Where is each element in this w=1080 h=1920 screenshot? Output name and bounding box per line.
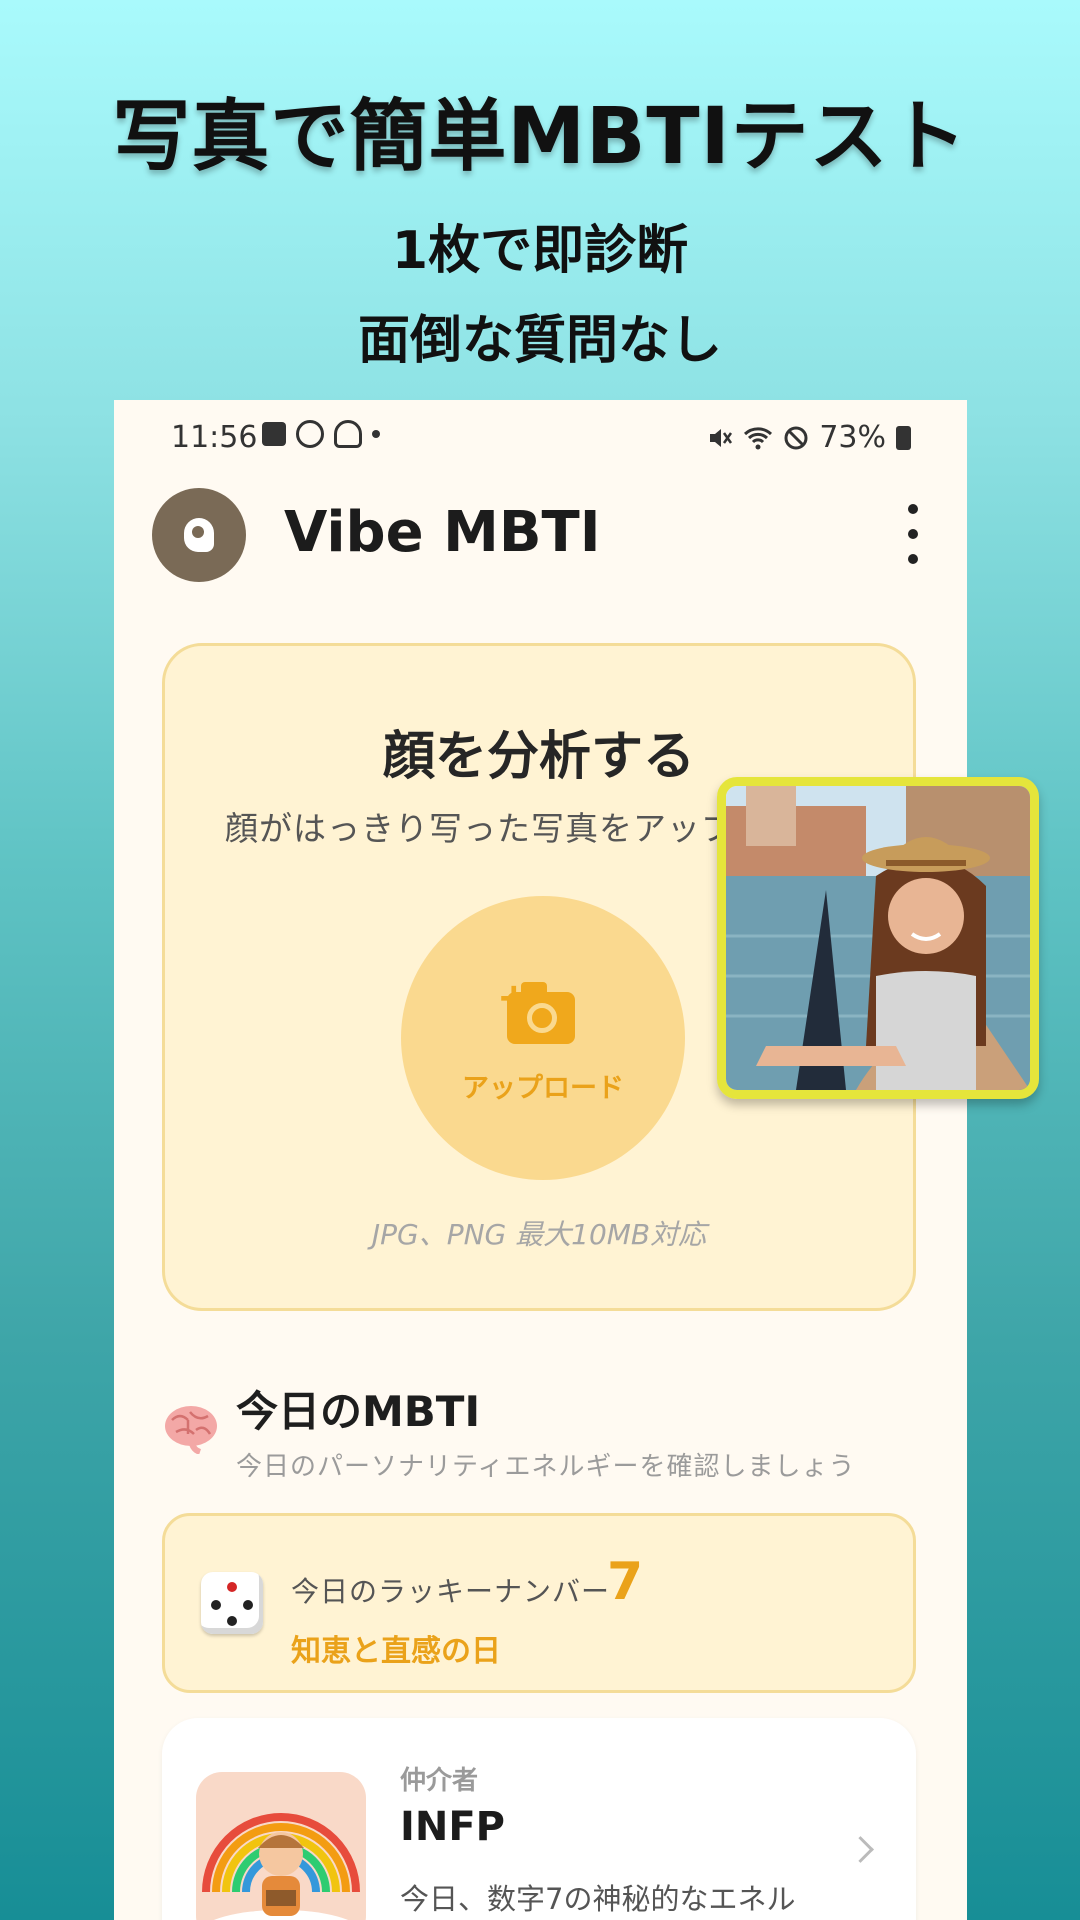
app-bar: Vibe MBTI xyxy=(114,480,967,582)
promo-subline-1: 1枚で即診断 xyxy=(391,221,689,281)
status-time: 11:56 xyxy=(171,420,258,455)
stopwatch-icon xyxy=(296,420,324,448)
today-mbti-subtitle: 今日のパーソナリティエネルギーを確認しましょう xyxy=(236,1452,856,1482)
supported-formats: JPG、PNG 最大10MB対応 xyxy=(371,1218,707,1251)
bell-icon xyxy=(334,420,362,448)
mbti-code: INFP xyxy=(400,1804,505,1850)
mbti-type-card[interactable]: 仲介者 INFP 今日、数字7の神秘的なエネル xyxy=(162,1718,916,1920)
sample-portrait-photo xyxy=(717,777,1039,1099)
upload-button[interactable]: + アップロード xyxy=(401,896,685,1180)
today-mbti-title: 今日のMBTI xyxy=(236,1387,481,1436)
mbti-character-image xyxy=(196,1772,366,1920)
lucky-number-label: 今日のラッキーナンバー xyxy=(291,1575,611,1608)
promo-subline-2: 面倒な質問なし xyxy=(357,311,722,371)
gallery-icon xyxy=(262,422,286,446)
analyze-description: 顔がはっきり写った写真をアップ xyxy=(225,809,735,848)
mute-icon xyxy=(710,428,733,447)
mbti-description: 今日、数字7の神秘的なエネル xyxy=(400,1882,796,1916)
battery-icon xyxy=(896,425,911,450)
lucky-number: 7 xyxy=(607,1552,644,1612)
status-bar: 11:56 73% xyxy=(114,416,967,460)
brain-icon xyxy=(162,1400,220,1455)
lucky-number-card: 今日のラッキーナンバー 7 知恵と直感の日 xyxy=(162,1513,916,1693)
app-logo[interactable] xyxy=(152,488,246,582)
wifi-icon xyxy=(744,426,773,449)
battery-text: 73% xyxy=(819,420,886,455)
chevron-right-icon xyxy=(847,1836,874,1863)
add-photo-camera-icon xyxy=(507,982,575,1044)
upload-label: アップロード xyxy=(462,1073,624,1104)
mbti-type-name: 仲介者 xyxy=(400,1766,479,1796)
dot-icon xyxy=(372,430,380,438)
app-title: Vibe MBTI xyxy=(284,500,601,565)
dice-icon xyxy=(201,1572,263,1634)
promo-headline: 写真で簡単MBTIテスト xyxy=(112,92,968,182)
brain-head-icon xyxy=(184,518,214,552)
blocked-icon xyxy=(784,426,808,449)
more-menu-button[interactable] xyxy=(903,504,923,564)
day-theme: 知恵と直感の日 xyxy=(291,1634,501,1669)
phone-screen: 11:56 73% Vibe MBTI 顔を分析する 顔がはっきり写った写真をア… xyxy=(114,400,967,1920)
